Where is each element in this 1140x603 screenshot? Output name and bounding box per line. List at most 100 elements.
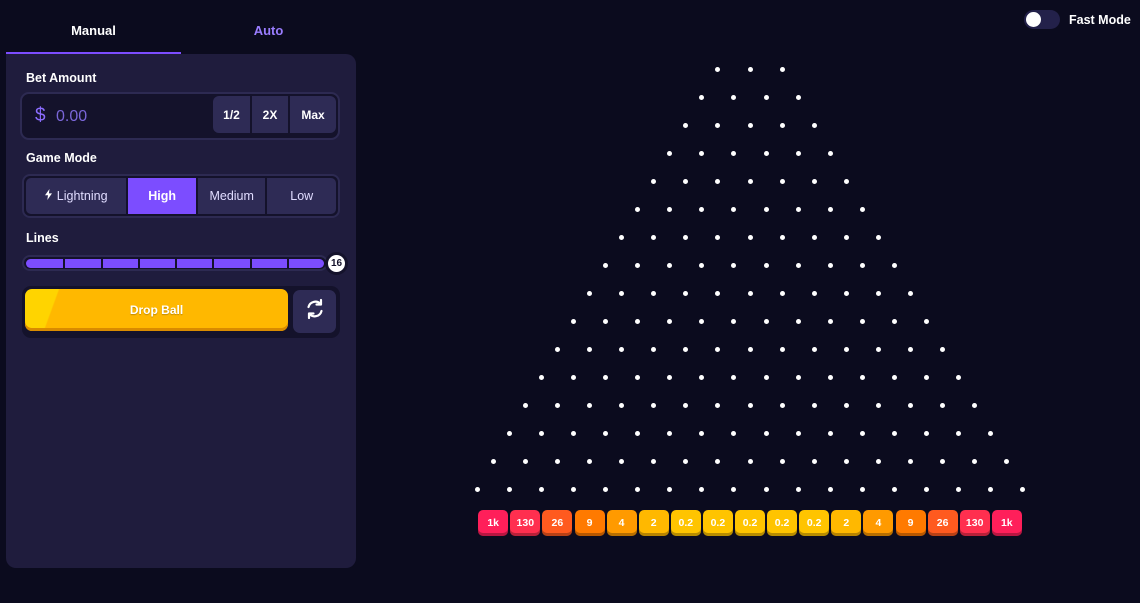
lightning-icon: [44, 189, 52, 203]
peg: [570, 374, 576, 380]
dollar-icon: $: [35, 105, 46, 126]
auto-drop-button[interactable]: [293, 290, 336, 333]
peg: [683, 178, 689, 184]
peg: [715, 66, 721, 72]
lines-slider-segment-divider: [175, 259, 177, 268]
peg: [908, 346, 913, 352]
peg: [699, 262, 705, 268]
peg: [827, 206, 833, 212]
peg: [843, 346, 849, 352]
lines-slider-track[interactable]: [22, 255, 328, 271]
peg: [1004, 458, 1010, 464]
peg: [908, 458, 913, 464]
multiplier-bucket: 2: [638, 510, 669, 536]
peg: [538, 486, 544, 492]
peg: [795, 486, 801, 492]
peg: [651, 346, 657, 352]
peg: [715, 402, 721, 408]
peg: [859, 374, 865, 380]
drop-ball-button[interactable]: Drop Ball: [25, 289, 288, 331]
peg: [667, 318, 673, 324]
multiplier-bucket: 2: [831, 510, 862, 536]
peg: [699, 206, 705, 212]
peg: [827, 318, 833, 324]
double-bet-button[interactable]: 2X: [252, 96, 288, 133]
peg: [859, 486, 865, 492]
peg: [522, 402, 528, 408]
mode-lightning-button[interactable]: Lightning: [26, 178, 127, 214]
peg: [763, 374, 769, 380]
max-bet-button[interactable]: Max: [290, 96, 336, 133]
peg: [715, 458, 721, 464]
peg: [619, 346, 625, 352]
peg: [619, 458, 625, 464]
mode-high-button[interactable]: High: [128, 178, 196, 214]
peg: [747, 402, 753, 408]
peg: [843, 234, 849, 240]
multiplier-bucket: 0.2: [670, 510, 701, 536]
peg: [699, 318, 705, 324]
peg: [490, 458, 496, 464]
bet-amount-box: $ 1/2 2X Max: [20, 92, 340, 140]
peg: [956, 486, 962, 492]
peg: [988, 430, 994, 436]
half-bet-button[interactable]: 1/2: [213, 96, 250, 133]
fast-mode-switch[interactable]: [1024, 10, 1060, 29]
drop-controls: Drop Ball: [22, 286, 340, 338]
peg: [699, 486, 705, 492]
fast-mode-toggle[interactable]: Fast Mode: [1024, 10, 1131, 29]
lines-slider-thumb[interactable]: 16: [325, 252, 348, 275]
peg: [988, 486, 994, 492]
peg: [843, 458, 849, 464]
peg: [683, 346, 689, 352]
peg: [795, 262, 801, 268]
peg: [651, 178, 657, 184]
peg: [603, 430, 609, 436]
plinko-app: Manual Auto Bet Amount $ 1/2 2X Max Game…: [0, 0, 1140, 603]
lines-slider-segment-divider: [63, 259, 66, 268]
bet-amount-label: Bet Amount: [26, 71, 97, 85]
peg: [875, 458, 881, 464]
peg: [843, 402, 849, 408]
mode-low-button[interactable]: Low: [267, 178, 337, 214]
peg: [667, 262, 673, 268]
peg: [779, 402, 785, 408]
peg: [972, 402, 978, 408]
bet-amount-input[interactable]: [56, 106, 196, 128]
peg: [763, 318, 769, 324]
peg: [924, 486, 930, 492]
multiplier-bucket: 1k: [478, 510, 509, 536]
peg: [827, 150, 833, 156]
peg: [811, 234, 817, 240]
tab-manual[interactable]: Manual: [6, 14, 181, 54]
peg: [859, 318, 865, 324]
mode-medium-button[interactable]: Medium: [197, 178, 266, 214]
peg: [859, 262, 865, 268]
peg: [891, 318, 897, 324]
peg: [827, 262, 833, 268]
peg: [827, 486, 833, 492]
multiplier-bucket: 9: [574, 510, 605, 536]
tab-auto[interactable]: Auto: [181, 14, 356, 54]
peg: [522, 458, 528, 464]
peg: [747, 178, 753, 184]
peg: [715, 122, 721, 128]
peg: [570, 430, 576, 436]
peg: [908, 402, 913, 408]
peg: [603, 262, 609, 268]
multiplier-bucket: 0.2: [702, 510, 733, 536]
bet-panel: Bet Amount $ 1/2 2X Max Game Mode Lightn…: [6, 54, 356, 568]
peg: [843, 290, 849, 296]
peg: [554, 346, 560, 352]
peg: [795, 150, 801, 156]
peg: [779, 290, 785, 296]
peg: [635, 374, 641, 380]
peg: [731, 206, 737, 212]
peg: [747, 346, 753, 352]
peg: [538, 430, 544, 436]
peg: [554, 458, 560, 464]
bet-mode-tabs: Manual Auto: [6, 14, 356, 54]
peg: [956, 374, 962, 380]
peg: [747, 290, 753, 296]
peg: [795, 318, 801, 324]
